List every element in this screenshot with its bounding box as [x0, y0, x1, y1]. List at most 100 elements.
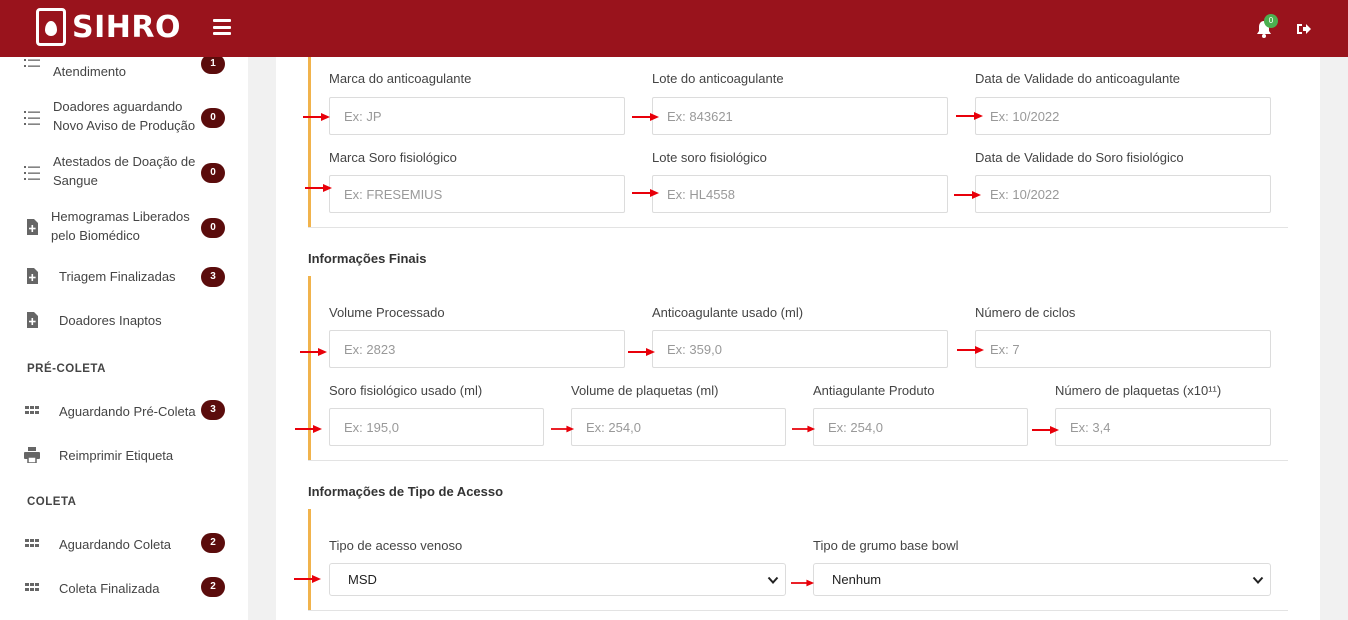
annotation-arrow-icon [295, 425, 322, 433]
sidebar-item-label: Coleta Finalizada [59, 581, 160, 596]
selected-value: MSD [348, 572, 377, 587]
lote-anticoagulante-input[interactable] [652, 97, 948, 135]
antiagulante-produto-label: Antiagulante Produto [813, 383, 935, 398]
section-divider [308, 460, 1288, 461]
list-icon [24, 166, 40, 180]
list-icon [24, 111, 40, 125]
app-logo[interactable]: SIHRO [36, 8, 181, 46]
grid-icon [25, 583, 39, 591]
volume-processado-input[interactable] [329, 330, 625, 368]
top-navbar: SIHRO 0 [0, 0, 1348, 57]
informacoes-finais-title: Informações Finais [308, 251, 427, 266]
sidebar-item-inaptos[interactable]: Doadores Inaptos [0, 306, 248, 336]
annotation-arrow-icon [303, 113, 330, 121]
antiagulante-produto-input[interactable] [813, 408, 1028, 446]
volume-processado-label: Volume Processado [329, 305, 445, 320]
count-badge: 2 [201, 577, 225, 597]
sidebar-section-precoleta: PRÉ-COLETA [27, 363, 106, 375]
sidebar-item-aguardando-precoleta[interactable]: Aguardando Pré-Coleta 3 [0, 397, 248, 427]
numero-plaquetas-input[interactable] [1055, 408, 1271, 446]
numero-ciclos-label: Número de ciclos [975, 305, 1076, 320]
logout-icon[interactable] [1296, 22, 1312, 36]
numero-ciclos-input[interactable] [975, 330, 1271, 368]
sidebar-item-label: Doadores aguardando [53, 99, 183, 114]
annotation-arrow-icon [300, 348, 327, 356]
volume-plaquetas-label: Volume de plaquetas (ml) [571, 383, 719, 398]
file-plus-icon [27, 219, 38, 235]
form-card: Marca do anticoagulante Lote do anticoag… [276, 57, 1320, 620]
tipo-acesso-venoso-label: Tipo de acesso venoso [329, 538, 463, 553]
sidebar-item-label-line2: Sangue [53, 173, 98, 188]
count-badge: 3 [201, 267, 225, 287]
count-badge: 3 [201, 400, 225, 420]
annotation-arrow-icon [1032, 426, 1059, 434]
annotation-arrow-icon [632, 113, 659, 121]
sidebar-item-label: Hemogramas Liberados [51, 209, 190, 224]
section-divider [308, 227, 1288, 228]
soro-usado-input[interactable] [329, 408, 544, 446]
sidebar: Atendimento 1 Doadores aguardando Novo A… [0, 57, 248, 620]
tipo-acesso-venoso-select[interactable]: MSD [329, 563, 786, 596]
sidebar-item-coleta-finalizada[interactable]: Coleta Finalizada 2 [0, 574, 248, 604]
annotation-arrow-icon [791, 579, 815, 587]
annotation-arrow-icon [294, 575, 321, 583]
validade-soro-label: Data de Validade do Soro fisiológico [975, 150, 1184, 165]
tipo-grumo-select[interactable]: Nenhum [813, 563, 1271, 596]
annotation-arrow-icon [957, 346, 984, 354]
sidebar-section-coleta: COLETA [27, 496, 77, 508]
lote-soro-label: Lote soro fisiológico [652, 150, 767, 165]
annotation-arrow-icon [305, 184, 332, 192]
sidebar-item-triagem[interactable]: Triagem Finalizadas 3 [0, 262, 248, 292]
marca-soro-input[interactable] [329, 175, 625, 213]
sidebar-item-label: Reimprimir Etiqueta [59, 448, 174, 463]
validade-soro-input[interactable] [975, 175, 1271, 213]
sidebar-item-label: Atestados de Doação de [53, 154, 196, 169]
app-name: SIHRO [72, 9, 181, 45]
validade-anticoagulante-label: Data de Validade do anticoagulante [975, 71, 1181, 86]
grid-icon [25, 406, 39, 414]
sidebar-item-atestados[interactable]: Atestados de Doação de Sangue 0 [0, 152, 248, 192]
numero-plaquetas-label: Número de plaquetas (x10¹¹) [1055, 383, 1222, 398]
soro-usado-label: Soro fisiológico usado (ml) [329, 383, 483, 398]
section-accent-bar [308, 509, 311, 610]
sidebar-item-label: Aguardando Pré-Coleta [59, 404, 196, 419]
annotation-arrow-icon [628, 348, 655, 356]
sidebar-item-label-line2: pelo Biomédico [51, 228, 140, 243]
annotation-arrow-icon [792, 425, 816, 433]
sidebar-item-label: Aguardando Coleta [59, 537, 172, 552]
count-badge: 1 [201, 57, 225, 74]
sidebar-item-atendimento[interactable]: Atendimento 1 [0, 57, 248, 87]
lote-soro-input[interactable] [652, 175, 948, 213]
tipo-acesso-title: Informações de Tipo de Acesso [308, 484, 504, 499]
sidebar-item-hemogramas[interactable]: Hemogramas Liberados pelo Biomédico 0 [0, 207, 248, 247]
count-badge: 2 [201, 533, 225, 553]
lote-anticoagulante-label: Lote do anticoagulante [652, 71, 784, 86]
count-badge: 0 [201, 163, 225, 183]
sidebar-item-aguardando-coleta[interactable]: Aguardando Coleta 2 [0, 530, 248, 560]
marca-anticoagulante-label: Marca do anticoagulante [329, 71, 472, 86]
validade-anticoagulante-input[interactable] [975, 97, 1271, 135]
tipo-grumo-label: Tipo de grumo base bowl [813, 538, 959, 553]
sidebar-item-reimprimir[interactable]: Reimprimir Etiqueta [0, 441, 248, 471]
sidebar-item-label: Atendimento [53, 64, 126, 79]
selected-value: Nenhum [832, 572, 882, 587]
annotation-arrow-icon [551, 425, 575, 433]
marca-anticoagulante-input[interactable] [329, 97, 625, 135]
sidebar-item-label: Doadores Inaptos [59, 313, 162, 328]
file-plus-icon [27, 268, 38, 284]
section-divider [308, 610, 1288, 611]
count-badge: 0 [201, 108, 225, 128]
count-badge: 0 [201, 218, 225, 238]
list-icon [24, 59, 40, 67]
menu-toggle-icon[interactable] [213, 19, 231, 35]
printer-icon [24, 447, 40, 463]
section-accent-bar [308, 57, 311, 227]
anticoagulante-usado-input[interactable] [652, 330, 948, 368]
annotation-arrow-icon [954, 191, 981, 199]
blood-bag-icon [36, 8, 66, 46]
chevron-down-icon [767, 576, 779, 584]
sidebar-item-doadores-aguardando[interactable]: Doadores aguardando Novo Aviso de Produç… [0, 97, 248, 137]
annotation-arrow-icon [632, 189, 659, 197]
notification-badge: 0 [1264, 14, 1278, 28]
volume-plaquetas-input[interactable] [571, 408, 786, 446]
